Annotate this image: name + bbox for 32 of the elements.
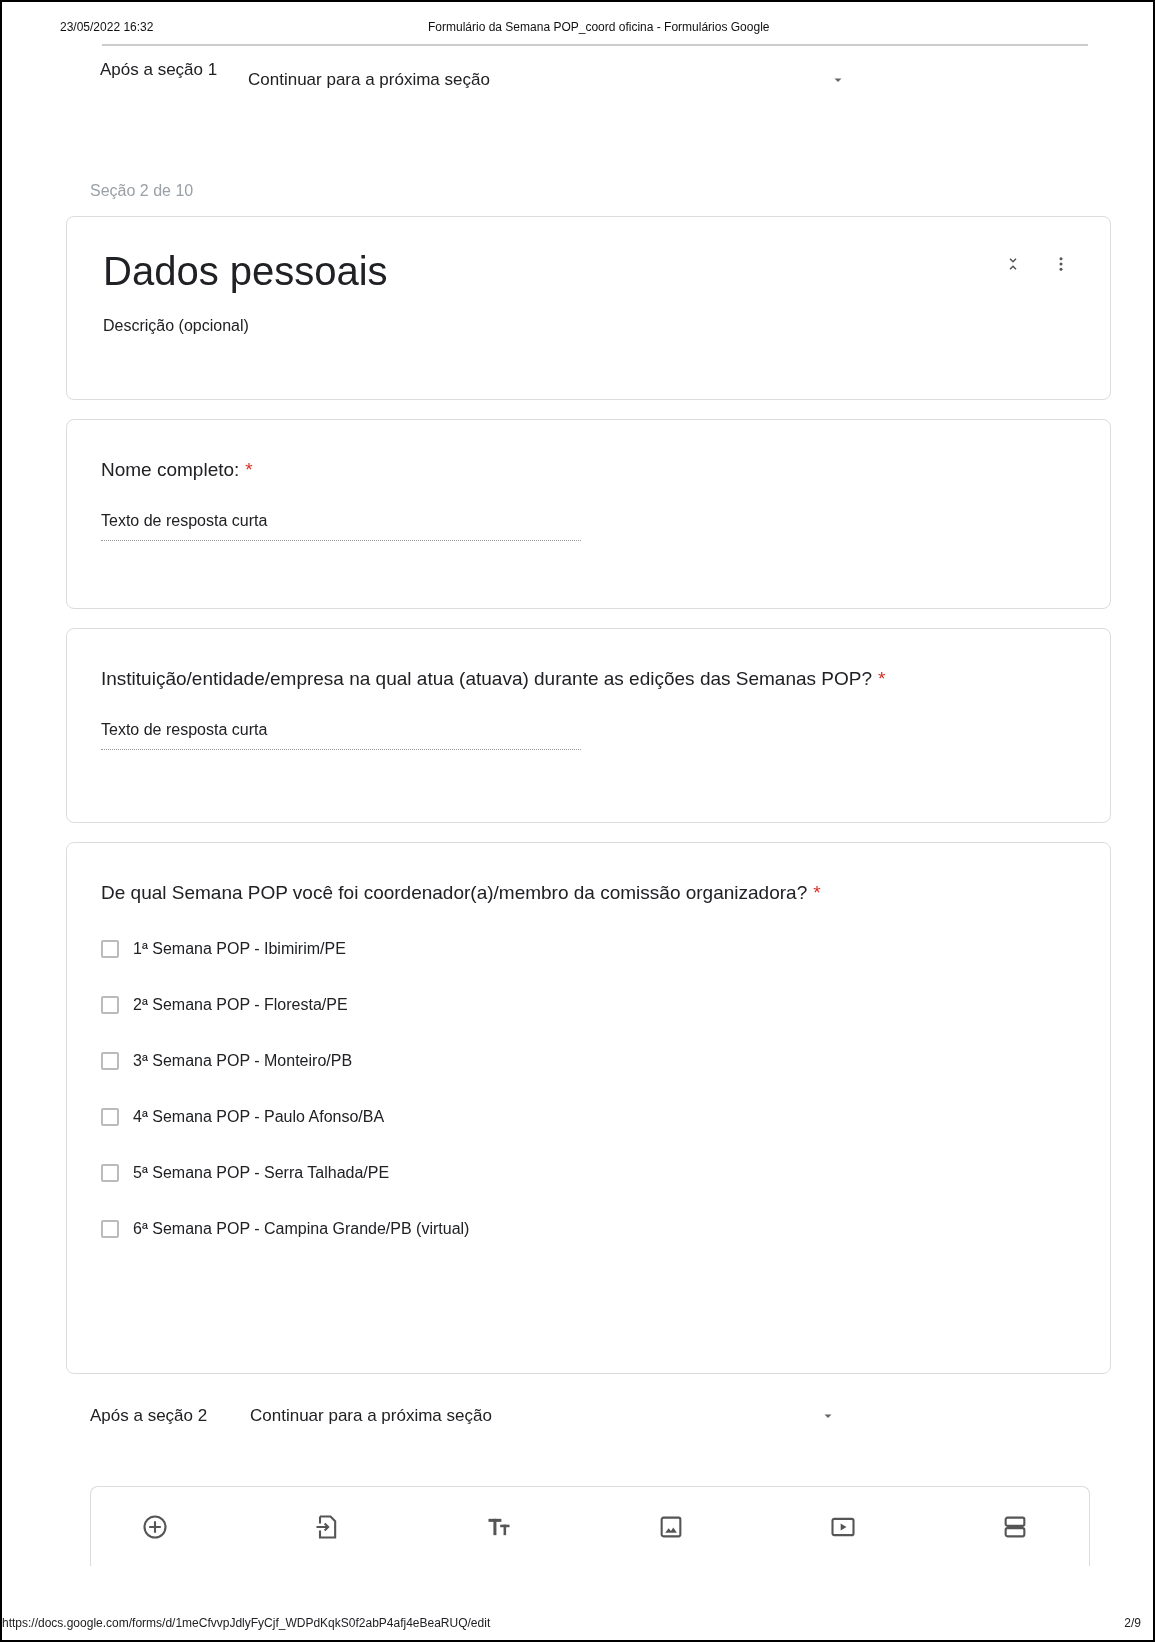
- add-question-icon[interactable]: [141, 1512, 169, 1541]
- section-counter: Seção 2 de 10: [90, 182, 195, 200]
- page-number: 2/9: [1124, 1616, 1141, 1630]
- question-title: Instituição/entidade/empresa na qual atua (atuava) durante as edições das Semanas POP?: [101, 668, 873, 689]
- option-label: 1ª Semana POP - Ibimirim/PE: [133, 940, 346, 958]
- after-section-label: Após a seção 2: [90, 1406, 209, 1426]
- checkbox[interactable]: [101, 996, 119, 1014]
- after-section-label: Após a seção 1: [100, 60, 219, 80]
- option-label: 5ª Semana POP - Serra Talhada/PE: [133, 1164, 390, 1182]
- checkbox[interactable]: [101, 1164, 119, 1182]
- section-dropdown[interactable]: Continuar para a próxima seção: [250, 1406, 838, 1426]
- option-label: 3ª Semana POP - Monteiro/PB: [133, 1052, 353, 1070]
- section-description: Descrição (opcional): [103, 317, 250, 335]
- print-title: Formulário da Semana POP_coord oficina - Formulários Google: [428, 20, 770, 34]
- question-title: Nome completo:: [101, 459, 240, 480]
- option-label: 4ª Semana POP - Paulo Afonso/BA: [133, 1108, 385, 1126]
- print-url: https://docs.google.com/forms/d/1meCfvvpJdlyFyCjf_WDPdKqkS0f2abP4afj4eBeaRUQ/edit: [2, 1616, 491, 1630]
- checkbox[interactable]: [101, 1052, 119, 1070]
- section-dropdown[interactable]: Continuar para a próxima seção: [248, 70, 848, 90]
- required-asterisk: *: [245, 459, 253, 480]
- checkbox[interactable]: [101, 1220, 119, 1238]
- checkbox[interactable]: [101, 940, 119, 958]
- question-title: De qual Semana POP você foi coordenador(a)/membro da comissão organizadora?: [101, 882, 808, 903]
- answer-field[interactable]: Texto de resposta curta: [101, 508, 581, 541]
- option-label: 2ª Semana POP - Floresta/PE: [133, 996, 348, 1014]
- required-asterisk: *: [878, 668, 886, 689]
- answer-field[interactable]: Texto de resposta curta: [101, 717, 581, 750]
- section-title: Dados pessoais: [103, 248, 389, 295]
- option-label: 6ª Semana POP - Campina Grande/PB (virtual): [133, 1220, 470, 1238]
- required-asterisk: *: [813, 882, 821, 903]
- checkbox[interactable]: [101, 1108, 119, 1126]
- print-date: 23/05/2022 16:32: [60, 20, 155, 34]
